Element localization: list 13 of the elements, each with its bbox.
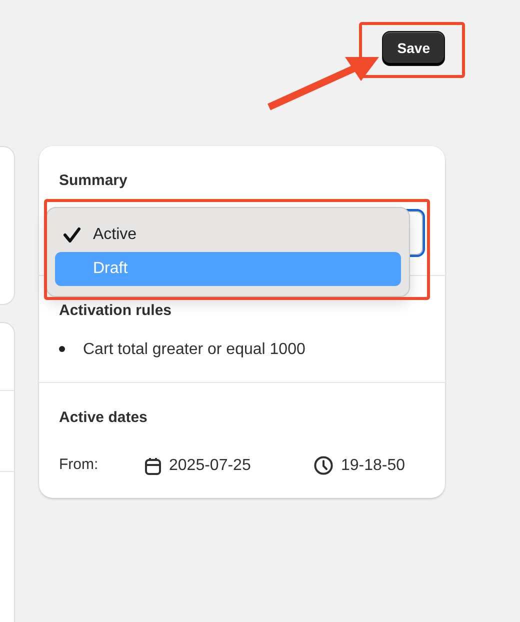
bullet-icon — [59, 346, 65, 352]
dropdown-option[interactable]: Active — [55, 218, 401, 252]
date-value[interactable]: 2025-07-25 — [169, 454, 314, 478]
calendar-icon — [145, 456, 161, 474]
clock-icon — [314, 456, 333, 475]
save-button[interactable]: Save — [382, 31, 445, 66]
check-icon — [63, 227, 81, 243]
section-title: Activation rules — [59, 300, 173, 320]
section-title: Active dates — [59, 408, 148, 428]
time-value[interactable]: 19-18-50 — [341, 454, 406, 478]
from-label: From: — [59, 455, 100, 476]
rule-text: Cart total greater or equal 1000 — [83, 341, 306, 358]
section-title: Summary — [59, 171, 128, 191]
